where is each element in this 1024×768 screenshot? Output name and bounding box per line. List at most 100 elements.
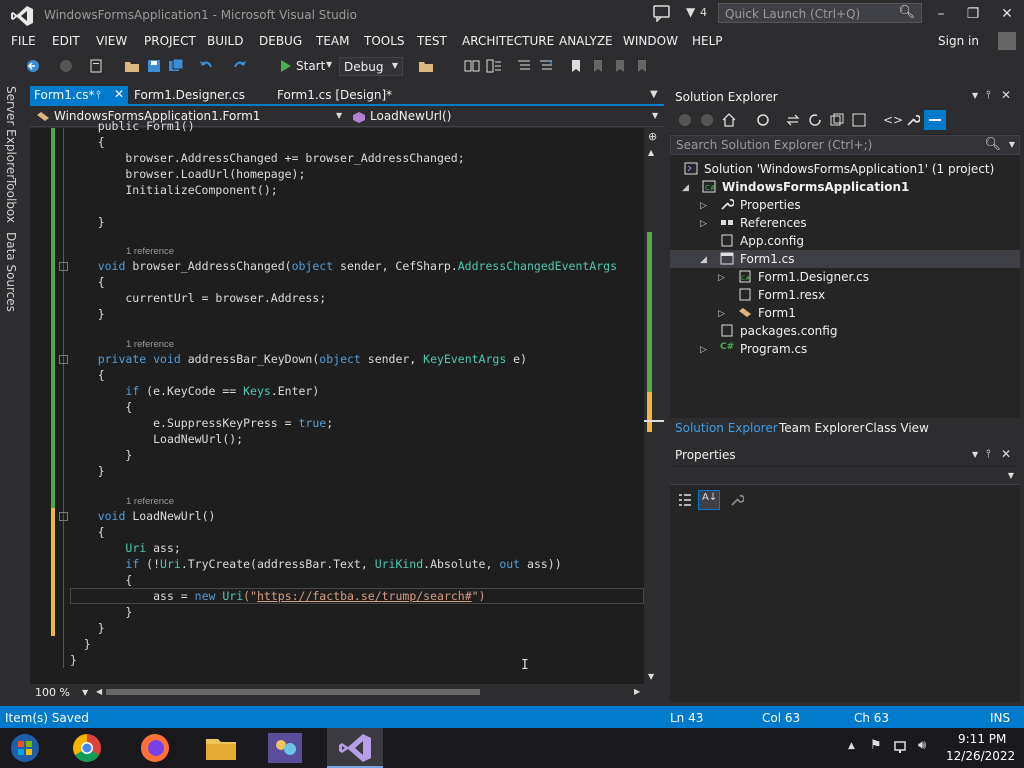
menu-view[interactable]: VIEW <box>96 34 127 48</box>
chrome-icon[interactable] <box>68 731 106 765</box>
menu-help[interactable]: HELP <box>692 34 723 48</box>
collapsed-arrow-icon[interactable]: ▷ <box>718 309 725 319</box>
next-bookmark-icon[interactable] <box>612 59 628 73</box>
properties-wrench-icon[interactable] <box>906 113 920 127</box>
open-folder-icon[interactable] <box>124 59 140 73</box>
panel-menu-icon[interactable]: ▼ <box>972 450 978 459</box>
collapse-icon[interactable] <box>59 355 68 364</box>
solution-explorer-sync-icon[interactable] <box>486 59 502 73</box>
menu-team[interactable]: TEAM <box>316 34 349 48</box>
tree-item-app-config[interactable]: App.config <box>740 232 804 250</box>
menu-debug[interactable]: DEBUG <box>259 34 302 48</box>
codelens-reference[interactable]: 1 reference <box>126 339 174 350</box>
clock-time[interactable]: 9:11 PM <box>958 732 1006 746</box>
start-dropdown-icon[interactable]: ▼ <box>326 60 332 69</box>
collapse-icon[interactable] <box>59 512 68 521</box>
navigate-icon[interactable] <box>464 59 480 73</box>
tab-form1-design[interactable]: Form1.cs [Design]* <box>273 86 433 104</box>
sign-in-link[interactable]: Sign in <box>938 34 979 48</box>
volume-icon[interactable]: 🔊︎ <box>918 738 926 753</box>
view-code-icon[interactable]: <> <box>883 113 903 127</box>
uncomment-lines-icon[interactable] <box>538 59 554 73</box>
clock-date[interactable]: 12/26/2022 <box>946 749 1015 763</box>
collapsed-arrow-icon[interactable]: ▷ <box>718 273 725 283</box>
quick-launch-input[interactable]: Quick Launch (Ctrl+Q) 🔍︎ <box>718 3 922 23</box>
pin-icon[interactable]: ⫯ <box>986 88 991 102</box>
menu-architecture[interactable]: ARCHITECTURE <box>462 34 554 48</box>
clear-bookmarks-icon[interactable] <box>634 59 650 73</box>
find-in-files-icon[interactable] <box>418 59 434 73</box>
refresh-icon[interactable] <box>808 113 822 127</box>
feedback-flag-icon[interactable]: ▼ <box>686 5 695 19</box>
toolbox-tab[interactable]: Toolbox <box>4 178 18 223</box>
tree-item-solution[interactable]: Solution 'WindowsFormsApplication1' (1 p… <box>704 160 994 178</box>
zoom-dropdown-icon[interactable]: ▼ <box>82 688 88 697</box>
codelens-reference[interactable]: 1 reference <box>126 496 174 507</box>
tree-item-properties[interactable]: Properties <box>740 196 801 214</box>
collapse-icon[interactable] <box>59 262 68 271</box>
codelens-reference[interactable]: 1 reference <box>126 246 174 257</box>
horizontal-scroll-thumb[interactable] <box>106 689 480 695</box>
tab-form1-designer-cs[interactable]: Form1.Designer.cs <box>130 86 270 104</box>
minimize-button[interactable]: – <box>926 4 956 24</box>
categorized-icon[interactable] <box>678 493 692 507</box>
member-navigation-select[interactable]: LoadNewUrl() <box>370 109 451 123</box>
properties-object-select[interactable]: ▼ <box>670 467 1020 485</box>
forward-icon[interactable] <box>58 59 74 73</box>
menu-build[interactable]: BUILD <box>207 34 243 48</box>
comment-lines-icon[interactable] <box>516 59 532 73</box>
menu-tools[interactable]: TOOLS <box>364 34 405 48</box>
notification-icon[interactable] <box>652 4 672 22</box>
close-window-button[interactable]: ✕ <box>992 4 1022 24</box>
tab-overflow-dropdown-icon[interactable]: ▼ <box>650 89 658 100</box>
property-pages-wrench-icon[interactable] <box>730 493 744 507</box>
collapsed-arrow-icon[interactable]: ▷ <box>700 201 707 211</box>
save-all-icon[interactable] <box>168 59 184 73</box>
pin-icon[interactable]: ⫯ <box>96 88 101 102</box>
new-project-icon[interactable] <box>88 59 104 73</box>
account-icon[interactable] <box>998 32 1016 50</box>
tree-item-project[interactable]: WindowsFormsApplication1 <box>722 178 909 196</box>
expanded-arrow-icon[interactable]: ◢ <box>700 255 707 265</box>
save-icon[interactable] <box>146 59 162 73</box>
undo-icon[interactable] <box>198 59 214 73</box>
restore-button[interactable]: ❐ <box>958 4 988 24</box>
data-sources-tab[interactable]: Data Sources <box>4 232 18 312</box>
sync-icon[interactable] <box>786 113 800 127</box>
show-hidden-icons-icon[interactable]: ▲ <box>848 741 855 751</box>
redo-icon[interactable] <box>232 59 248 73</box>
pending-changes-icon[interactable] <box>756 113 770 127</box>
collapse-all-icon[interactable] <box>830 113 844 127</box>
collapsed-arrow-icon[interactable]: ▷ <box>700 219 707 229</box>
panel-menu-icon[interactable]: ▼ <box>972 91 978 100</box>
chevron-down-icon[interactable]: ▼ <box>652 111 658 120</box>
menu-project[interactable]: PROJECT <box>144 34 196 48</box>
file-explorer-icon[interactable] <box>202 731 240 765</box>
bookmark-icon[interactable] <box>568 59 584 73</box>
close-tab-icon[interactable]: ✕ <box>114 87 124 101</box>
action-center-flag-icon[interactable]: ⚑ <box>870 738 882 753</box>
tab-form1-cs[interactable]: Form1.cs* ⫯ ✕ <box>30 86 128 104</box>
scroll-left-icon[interactable]: ◀ <box>96 687 102 696</box>
zoom-level[interactable]: 100 % <box>35 686 70 699</box>
prev-bookmark-icon[interactable] <box>590 59 606 73</box>
tab-class-view[interactable]: Class View <box>865 421 929 435</box>
tab-team-explorer[interactable]: Team Explorer <box>779 421 865 435</box>
tree-item-form1-cs[interactable]: Form1.cs <box>740 250 795 268</box>
show-all-files-icon[interactable] <box>852 113 866 127</box>
menu-edit[interactable]: EDIT <box>52 34 80 48</box>
tab-solution-explorer[interactable]: Solution Explorer <box>675 421 778 435</box>
menu-analyze[interactable]: ANALYZE <box>559 34 613 48</box>
home-icon[interactable] <box>722 113 736 127</box>
network-icon[interactable] <box>893 740 911 754</box>
tree-item-packages-config[interactable]: packages.config <box>740 322 837 340</box>
solution-explorer-search-input[interactable]: Search Solution Explorer (Ctrl+;) 🔍︎ ▼ <box>670 135 1020 155</box>
solution-configuration-select[interactable]: Debug ▼ <box>339 57 403 76</box>
firefox-icon[interactable] <box>136 731 174 765</box>
tree-item-form1-class[interactable]: Form1 <box>758 304 796 322</box>
tree-item-form1-designer[interactable]: Form1.Designer.cs <box>758 268 869 286</box>
back-icon[interactable] <box>25 59 41 73</box>
alphabetical-button[interactable]: A↓ <box>698 490 720 510</box>
menu-test[interactable]: TEST <box>417 34 447 48</box>
scroll-up-icon[interactable]: ▲ <box>648 148 654 157</box>
